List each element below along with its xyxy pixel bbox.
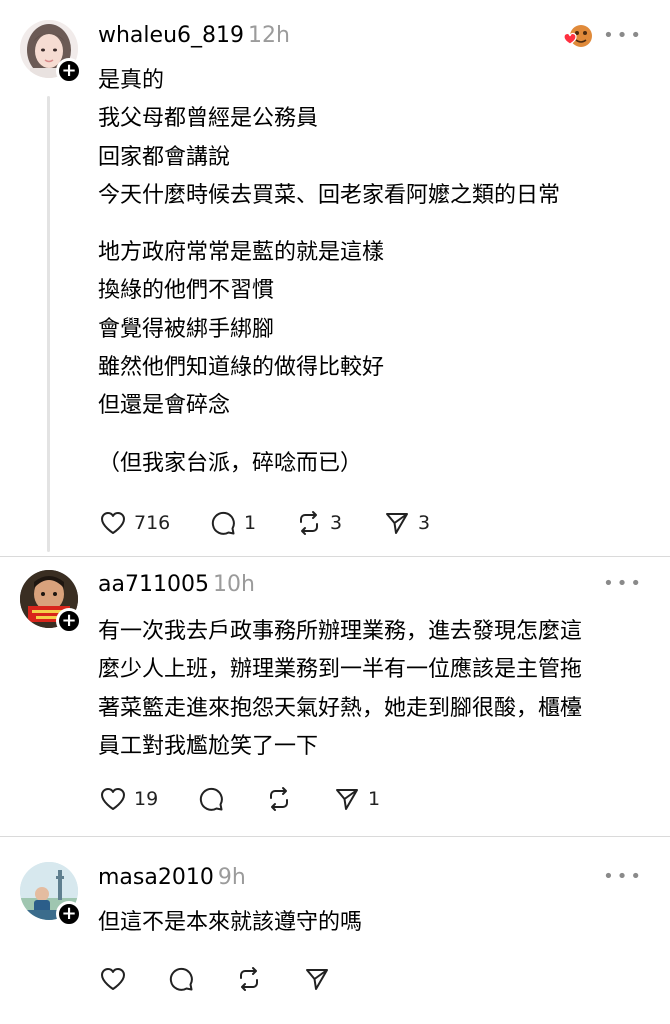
repost-icon [240, 967, 258, 991]
divider [0, 836, 670, 837]
repost-icon [270, 787, 288, 811]
more-icon[interactable]: ••• [603, 27, 644, 45]
text-line: （但我家台派，碎唸而已） [98, 451, 363, 476]
share-button[interactable]: 3 [384, 506, 430, 540]
reply-button[interactable] [198, 782, 224, 816]
thread-line [47, 96, 50, 552]
text-line: 我父母都曾經是公務員 [98, 106, 319, 132]
post-body: 地方政府常常是藍的就是這樣 換綠的他們不習慣 會覺得被綁手綁腳 雖然他們知道綠的… [98, 234, 384, 425]
text-line: 今天什麼時候去買菜、回老家看阿嬤之類的日常 [98, 182, 561, 208]
text-line: 換綠的他們不習慣 [98, 278, 275, 304]
post-header: aa711005 10h [98, 571, 255, 599]
post-header: whaleu6_819 12h [98, 22, 290, 50]
share-count: 3 [418, 512, 431, 534]
heart-icon [101, 968, 125, 990]
follow-plus-icon[interactable]: + [56, 58, 82, 84]
share-button[interactable]: 1 [334, 782, 380, 816]
comment-icon [169, 967, 193, 991]
repost-button[interactable] [236, 962, 262, 996]
send-icon [306, 969, 328, 990]
post-header: masa2010 9h [98, 864, 246, 892]
text-line: 員工對我尷尬笑了一下 [98, 733, 319, 759]
timestamp: 9h [217, 865, 246, 890]
repost-icon [300, 511, 318, 535]
username[interactable]: masa2010 [98, 865, 214, 890]
post-body: （但我家台派，碎唸而已） [98, 445, 362, 483]
more-icon[interactable]: ••• [603, 868, 644, 886]
post-body: 有一次我去戶政事務所辦理業務，進去發現怎麼這 麼少人上班，辦理業務到一半有一位應… [98, 613, 582, 766]
text-line: 是真的 [98, 68, 165, 93]
follow-plus-icon[interactable]: + [56, 901, 82, 927]
text-line: 但這不是本來就該遵守的嗎 [98, 910, 363, 935]
follow-plus-icon[interactable]: + [56, 608, 82, 634]
text-line: 著菜籃走進來抱怨天氣好熱，她走到腳很酸，櫃檯 [98, 695, 583, 721]
text-line: 雖然他們知道綠的做得比較好 [98, 354, 385, 380]
post-body: 是真的 我父母都曾經是公務員 回家都會講說 今天什麼時候去買菜、回老家看阿嬤之類… [98, 62, 560, 215]
timestamp: 12h [248, 23, 290, 48]
timestamp: 10h [212, 572, 255, 597]
reply-count: 1 [244, 512, 257, 534]
like-count: 716 [134, 512, 171, 534]
comment-icon [199, 787, 223, 811]
text-line: 回家都會講說 [98, 144, 231, 170]
comment-icon [211, 511, 235, 535]
heart-icon [101, 512, 125, 534]
like-button[interactable]: 716 [100, 506, 170, 540]
post-whaleu6_819: + whaleu6_819 12h ••• 是真的 我父母都曾經是公務員 回家都會… [0, 0, 670, 560]
reply-button[interactable] [168, 962, 194, 996]
more-icon[interactable]: ••• [603, 575, 644, 593]
repost-button[interactable]: 3 [296, 506, 342, 540]
text-line: 麼少人上班，辦理業務到一半有一位應該是主管拖 [98, 657, 583, 683]
send-icon [386, 513, 408, 534]
repost-button[interactable] [266, 782, 292, 816]
reaction-badge [560, 23, 596, 51]
like-count: 19 [134, 788, 159, 810]
send-icon [336, 789, 358, 810]
repost-count: 3 [330, 512, 343, 534]
username[interactable]: whaleu6_819 [98, 23, 244, 48]
like-button[interactable]: 19 [100, 782, 158, 816]
divider [0, 556, 670, 557]
heart-icon [101, 788, 125, 810]
text-line: 會覺得被綁手綁腳 [98, 316, 275, 342]
reply-button[interactable]: 1 [210, 506, 256, 540]
text-line: 但還是會碎念 [98, 393, 231, 419]
text-line: 有一次我去戶政事務所辦理業務，進去發現怎麼這 [98, 619, 583, 644]
text-line: 地方政府常常是藍的就是這樣 [98, 240, 385, 265]
like-button[interactable] [100, 962, 126, 996]
share-button[interactable] [304, 962, 330, 996]
share-count: 1 [368, 788, 381, 810]
post-body: 但這不是本來就該遵守的嗎 [98, 904, 362, 942]
username[interactable]: aa711005 [98, 572, 209, 597]
